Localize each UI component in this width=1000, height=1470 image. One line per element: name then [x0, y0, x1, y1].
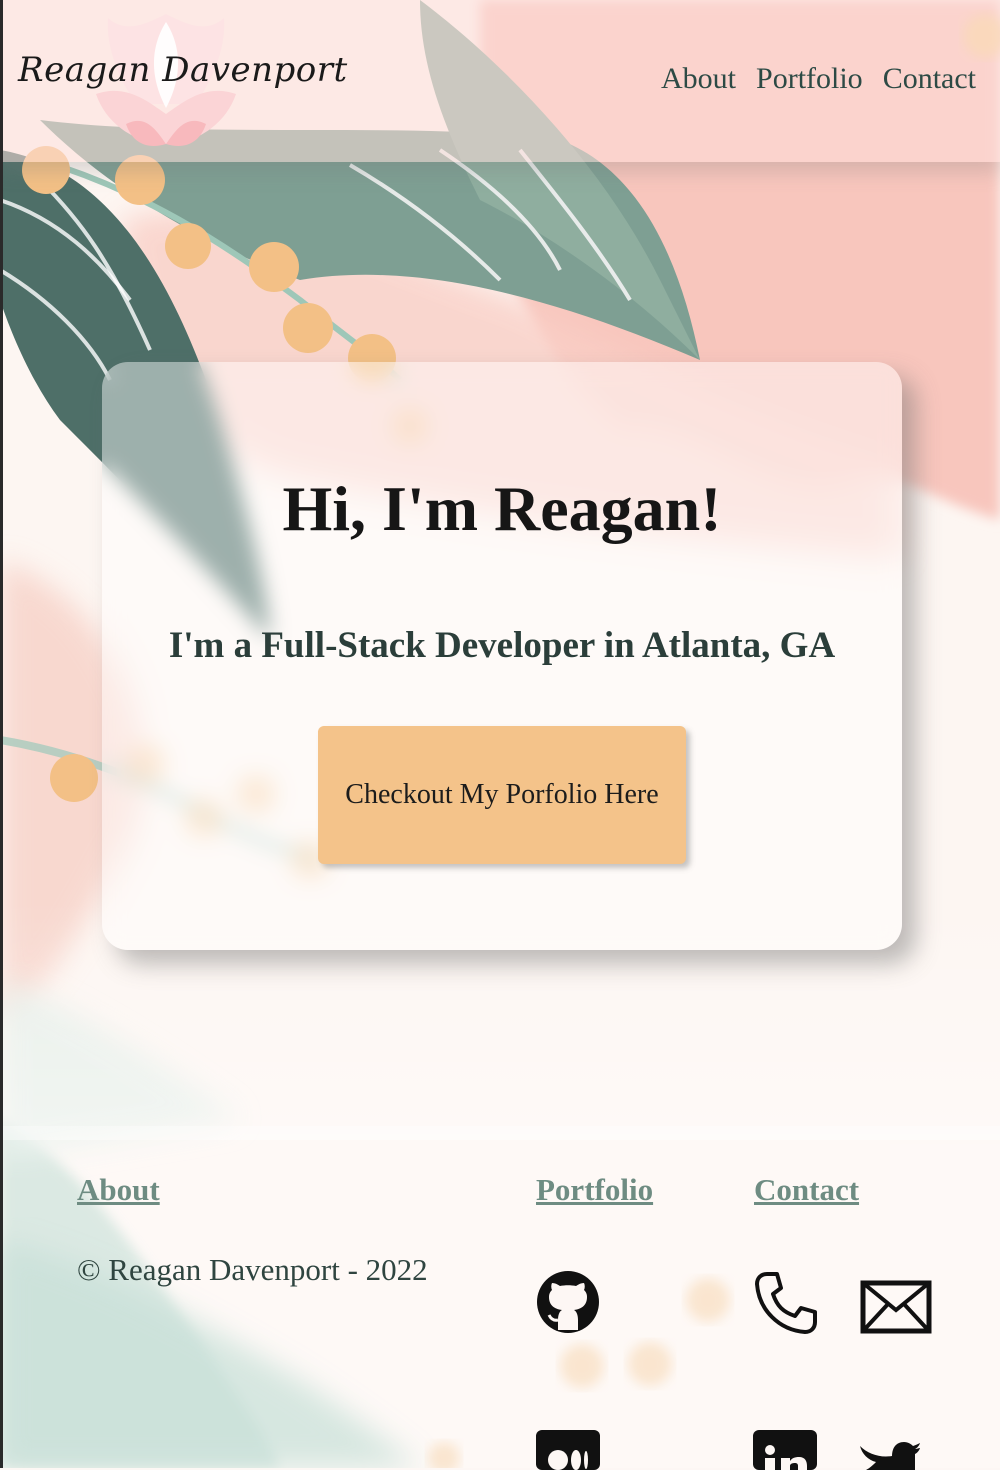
- footer-contact-link[interactable]: Contact: [754, 1172, 859, 1208]
- main-nav: About Portfolio Contact: [661, 62, 976, 96]
- window-edge: [0, 0, 3, 1468]
- logo[interactable]: Reagan Davenport: [14, 4, 354, 154]
- hero-subheading: I'm a Full-Stack Developer in Atlanta, G…: [168, 625, 836, 666]
- nav-contact[interactable]: Contact: [883, 62, 976, 96]
- nav-portfolio[interactable]: Portfolio: [756, 62, 863, 96]
- site-footer: About Portfolio Contact © Reagan Davenpo…: [0, 1126, 1000, 1470]
- medium-icon[interactable]: [536, 1430, 600, 1470]
- hero-heading: Hi, I'm Reagan!: [282, 473, 722, 544]
- linkedin-icon[interactable]: [753, 1430, 817, 1470]
- github-icon[interactable]: [536, 1270, 600, 1334]
- logo-text: Reagan Davenport: [18, 50, 348, 90]
- footer-portfolio-link[interactable]: Portfolio: [536, 1172, 653, 1208]
- mail-icon[interactable]: [860, 1280, 932, 1334]
- phone-icon[interactable]: [753, 1270, 819, 1336]
- twitter-icon[interactable]: [858, 1434, 920, 1470]
- site-header: Reagan Davenport About Portfolio Contact: [0, 0, 1000, 162]
- hero-card: Hi, I'm Reagan! I'm a Full-Stack Develop…: [102, 362, 902, 950]
- portfolio-cta-button[interactable]: Checkout My Porfolio Here: [318, 726, 686, 864]
- nav-about[interactable]: About: [661, 62, 736, 96]
- footer-about-link[interactable]: About: [77, 1172, 160, 1208]
- copyright-text: © Reagan Davenport - 2022: [77, 1252, 428, 1287]
